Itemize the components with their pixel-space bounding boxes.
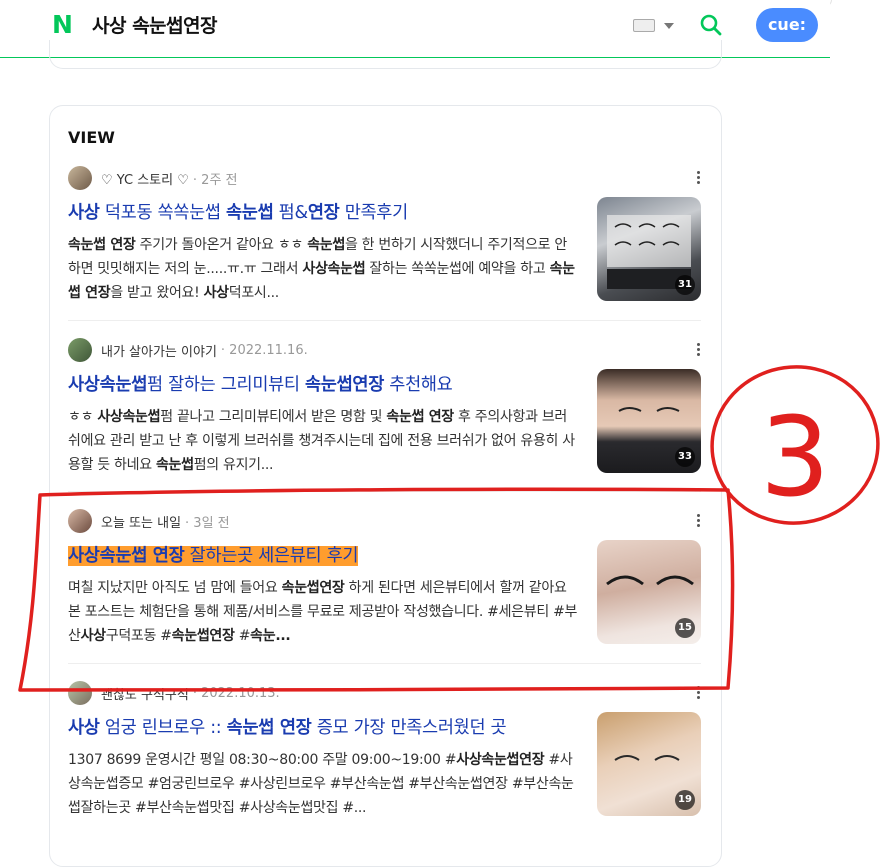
text-segment: 펌 끝나고 그리미뷰티에서 받은 명함 및	[160, 409, 387, 425]
keyword-highlight: 속눈썹연장	[171, 628, 235, 644]
text-segment: 며칠 지났지만 아직도 넘 맘에 들어요	[68, 580, 282, 596]
post-title[interactable]: 사상속눈썹 연장 잘하는곳 세은뷰티 후기	[68, 542, 359, 567]
divider	[68, 320, 701, 321]
keyword-highlight: 사상속눈썹	[302, 261, 366, 277]
author-name[interactable]: ♡ YC 스토리 ♡	[101, 169, 189, 188]
cue-button[interactable]: cue:	[756, 8, 818, 42]
post-snippet[interactable]: ㅎㅎ 사상속눈썹펌 끝나고 그리미뷰티에서 받은 명함 및 속눈썹 연장 후 주…	[68, 405, 578, 477]
more-options-icon[interactable]	[693, 170, 703, 186]
divider	[68, 491, 701, 492]
image-count-badge: 33	[675, 447, 695, 467]
text-segment: 잘하는 쏙쏙눈썹에 예약을 하고	[365, 261, 550, 277]
post-thumbnail[interactable]: 33	[597, 369, 701, 473]
chevron-down-icon[interactable]	[664, 23, 674, 29]
keyword-highlight: 속눈...	[250, 628, 291, 644]
avatar[interactable]	[68, 509, 92, 533]
more-options-icon[interactable]	[693, 685, 703, 701]
text-segment: ㅎㅎ	[68, 409, 98, 425]
text-segment: 덕포동 쏙쏙눈썹	[99, 203, 226, 223]
author-name[interactable]: 내가 살아가는 이야기	[101, 341, 217, 360]
text-segment: 을 받고 왔어요!	[110, 285, 204, 301]
text-segment: #	[234, 628, 251, 644]
keyword-highlight: 사상속눈썹	[97, 409, 161, 425]
keyword-highlight: 속눈썹 연장	[68, 237, 136, 253]
post-snippet[interactable]: 1307 8699 운영시간 평일 08:30~80:00 주말 09:00~1…	[68, 748, 578, 820]
post-thumbnail[interactable]: 15	[597, 540, 701, 644]
keyword-highlight: 사상	[80, 628, 106, 644]
keyword-highlight: 속눈썹연장	[305, 375, 384, 395]
section-title: VIEW	[68, 128, 115, 147]
text-segment: 덕포시...	[228, 285, 280, 301]
keyword-highlight: 사상	[68, 203, 100, 223]
search-query-text[interactable]: 사상 속눈썹연장	[92, 11, 217, 38]
post-title[interactable]: 사상 덕포동 쏙쏙눈썹 속눈썹 펌&연장 만족후기	[68, 199, 408, 224]
keyword-highlight: 속눈썹	[307, 237, 345, 253]
image-count-badge: 19	[675, 790, 695, 810]
keyword-highlight: 속눈썹연장	[281, 580, 345, 596]
text-segment: 구덕포동 #	[105, 628, 172, 644]
previous-section-card	[49, 40, 722, 69]
author-name[interactable]: 오늘 또는 내일	[101, 512, 181, 531]
text-segment: 1307 8699 운영시간 평일 08:30~80:00 주말 09:00~1…	[68, 752, 457, 768]
post-date: · 2022.10.13.	[192, 685, 280, 701]
search-icon[interactable]	[699, 13, 723, 37]
keyword-highlight: 연장	[307, 203, 340, 223]
keyword-highlight: 사상속눈썹연장	[456, 752, 545, 768]
text-segment: 펌 잘하는 그리미뷰티	[147, 375, 305, 395]
image-count-badge: 31	[675, 275, 695, 295]
annotation-circle	[710, 365, 880, 525]
post-snippet[interactable]: 며칠 지났지만 아직도 넘 맘에 들어요 속눈썹연장 하게 된다면 세은뷰티에서…	[68, 576, 578, 648]
more-options-icon[interactable]	[693, 513, 703, 529]
post-date: · 2주 전	[192, 172, 238, 188]
divider	[68, 663, 701, 664]
avatar[interactable]	[68, 338, 92, 362]
text-segment: 펌의 유지기...	[193, 457, 274, 473]
keyword-highlight: 사상	[203, 285, 229, 301]
keyboard-icon[interactable]	[633, 19, 655, 32]
keyword-highlight: 속눈썹 연장	[226, 718, 312, 738]
text-segment: 잘하는곳 세은뷰티 후기	[184, 546, 359, 566]
naver-logo[interactable]: N	[52, 12, 74, 37]
post-date: · 2022.11.16.	[220, 342, 308, 358]
avatar[interactable]	[68, 681, 92, 705]
post-date: · 3일 전	[185, 515, 230, 531]
text-segment: 증모 가장 만족스러웠던 곳	[311, 718, 507, 738]
keyword-highlight: 속눈썹 연장	[386, 409, 454, 425]
post-thumbnail[interactable]: 31	[597, 197, 701, 301]
text-segment: 추천해요	[384, 375, 453, 395]
post-thumbnail[interactable]: 19	[597, 712, 701, 816]
author-name[interactable]: 괜찮도 구석구석	[101, 684, 189, 703]
keyword-highlight: 속눈썹	[155, 457, 194, 473]
avatar[interactable]	[68, 166, 92, 190]
keyword-highlight: 사상	[68, 718, 100, 738]
post-snippet[interactable]: 속눈썹 연장 주기가 돌아온거 같아요 ㅎㅎ 속눈썹을 한 번하기 시작했더니 …	[68, 233, 578, 305]
image-count-badge: 15	[675, 618, 695, 638]
keyword-highlight: 사상속눈썹 연장	[68, 546, 185, 566]
post-title[interactable]: 사상속눈썹펌 잘하는 그리미뷰티 속눈썹연장 추천해요	[68, 371, 453, 396]
keyword-highlight: 속눈썹	[226, 203, 274, 223]
more-options-icon[interactable]	[693, 342, 703, 358]
text-segment: 펌&	[273, 203, 308, 223]
post-title[interactable]: 사상 엄궁 린브로우 :: 속눈썹 연장 증모 가장 만족스러웠던 곳	[68, 714, 507, 739]
text-segment: 주기가 돌아온거 같아요 ㅎㅎ	[135, 237, 308, 253]
keyword-highlight: 사상속눈썹	[68, 375, 147, 395]
annotation-label: 3	[760, 393, 830, 521]
text-segment: 엄궁 린브로우 ::	[99, 718, 227, 738]
text-segment: 만족후기	[339, 203, 409, 223]
